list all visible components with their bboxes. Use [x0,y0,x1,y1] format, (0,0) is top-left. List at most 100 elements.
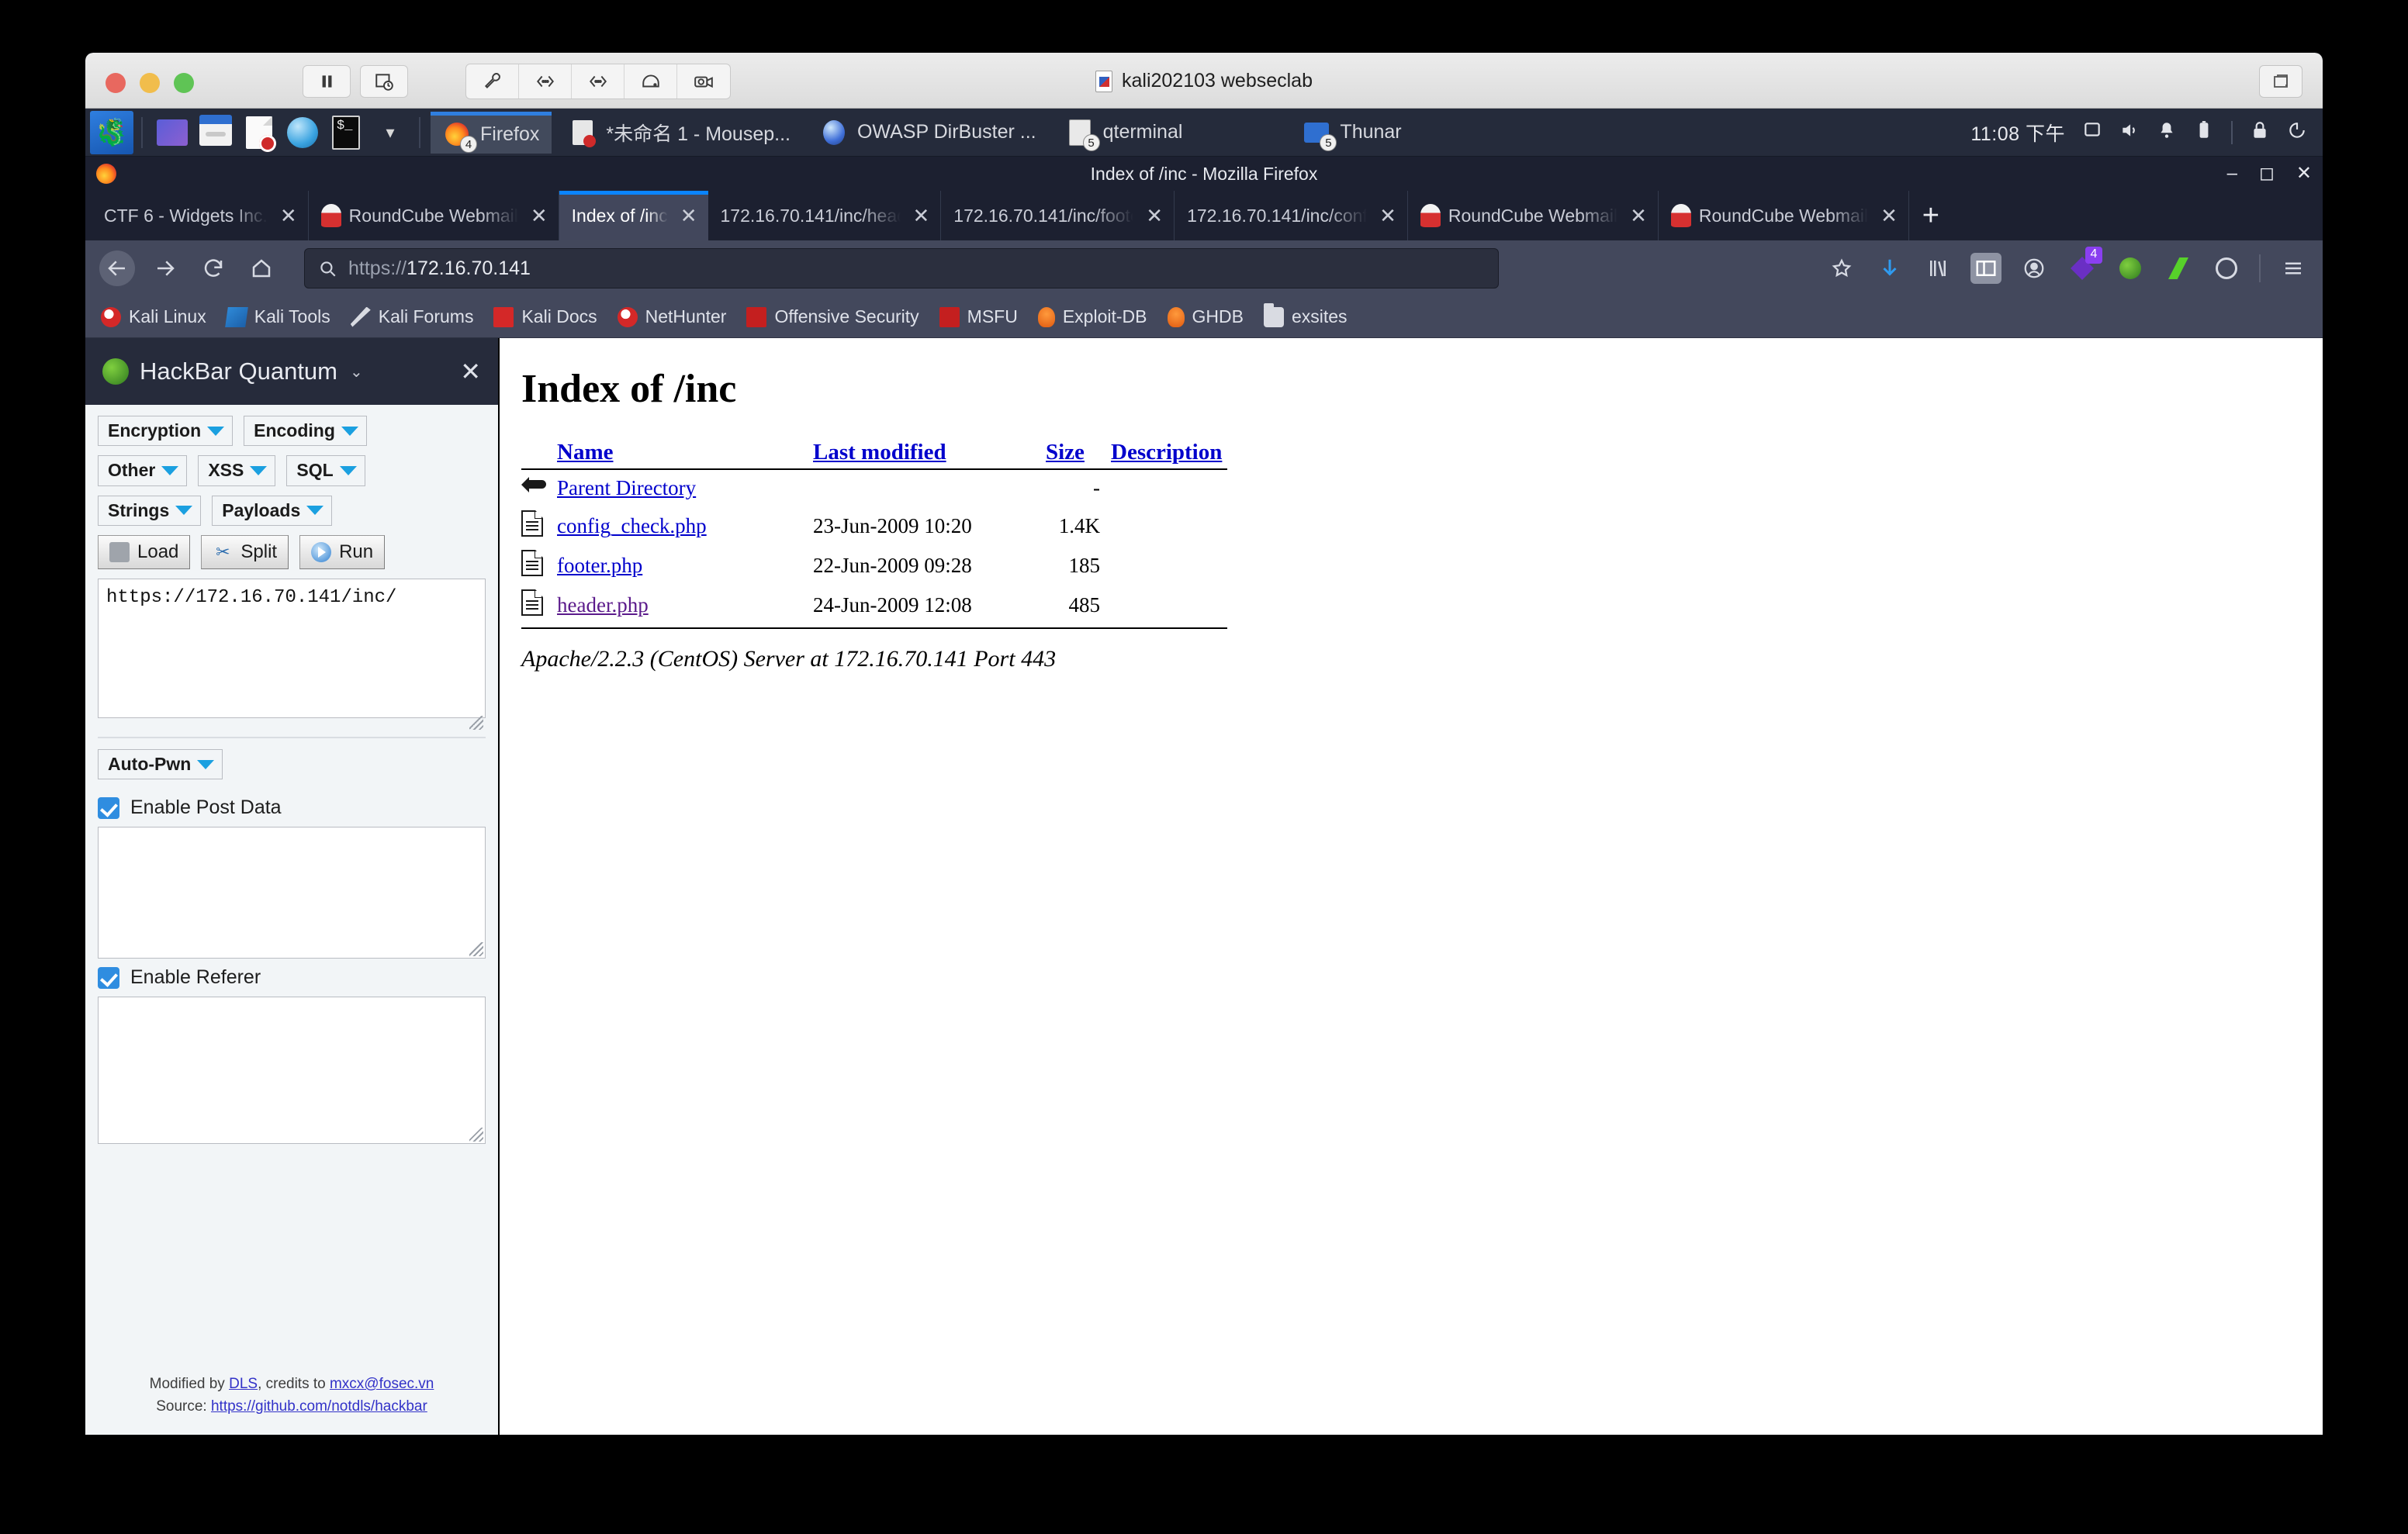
display-icon[interactable] [2082,120,2102,144]
resize-handle[interactable] [469,715,483,730]
quicklaunch-files-icon[interactable] [154,114,191,151]
enable-referer-checkbox[interactable] [98,966,119,989]
lock-icon[interactable] [2250,120,2270,144]
quicklaunch-chevron-down-icon[interactable]: ▾ [371,114,408,151]
taskbar-window-thunar[interactable]: 5 Thunar [1290,112,1413,154]
author-email-link[interactable]: mxcx@fosec.vn [330,1376,434,1392]
downloads-icon[interactable] [1874,253,1905,284]
account-icon[interactable] [2019,253,2050,284]
post-data-input[interactable] [98,827,486,959]
cookie-extension-icon[interactable] [2211,253,2242,284]
referer-input[interactable] [98,997,486,1145]
hackbar-extension-icon[interactable] [2115,253,2146,284]
sort-by-date-link[interactable]: Last modified [813,440,946,465]
tab-close-icon[interactable]: ✕ [1379,204,1396,228]
logout-icon[interactable] [2287,120,2307,144]
chevron-down-icon[interactable]: ⌄ [350,362,363,382]
quicklaunch-text-editor-icon[interactable] [240,114,278,152]
quicklaunch-web-browser-icon[interactable] [284,114,321,151]
parent-directory-link[interactable]: Parent Directory [557,476,696,499]
table-row[interactable]: footer.php 22-Jun-2009 09:28 185 [521,546,1227,586]
tab-header-php[interactable]: 172.16.70.141/inc/header.php ✕ [708,191,942,240]
tab-close-icon[interactable]: ✕ [1146,204,1163,228]
url-bar[interactable]: https://172.16.70.141 [304,248,1499,288]
bookmark-offensive-security[interactable]: Offensive Security [746,306,919,327]
maximize-icon[interactable]: ◻ [2259,164,2275,183]
library-icon[interactable] [1922,253,1953,284]
tab-roundcube-2[interactable]: RoundCube Webmail ✕ [1408,191,1659,240]
dls-link[interactable]: DLS [229,1376,258,1392]
bookmark-ghdb[interactable]: GHDB [1167,306,1244,327]
resize-handle[interactable] [469,942,483,957]
table-row[interactable]: header.php 24-Jun-2009 12:08 485 [521,586,1227,625]
tab-close-icon[interactable]: ✕ [913,204,930,228]
quicklaunch-terminal-icon[interactable]: $_ [327,114,365,151]
enable-referer-row[interactable]: Enable Referer [98,966,486,989]
tab-config-check-php[interactable]: 172.16.70.141/inc/config_check.php ✕ [1175,191,1408,240]
payloads-dropdown[interactable]: Payloads [212,495,333,526]
encryption-dropdown[interactable]: Encryption [98,416,234,447]
bookmark-exsites-folder[interactable]: exsites [1263,302,1348,327]
tab-close-icon[interactable]: ✕ [1630,204,1647,228]
bookmark-kali-forums[interactable]: Kali Forums [350,306,473,327]
sort-by-description-link[interactable]: Description [1111,440,1222,465]
tab-close-icon[interactable]: ✕ [1880,204,1898,228]
taskbar-window-qterminal[interactable]: 5 qterminal [1054,112,1195,154]
sidebar-toggle-icon[interactable] [1970,253,2001,284]
taskbar-window-firefox[interactable]: 4 Firefox [431,111,552,154]
bookmark-msfu[interactable]: MSFU [939,306,1018,327]
hackbar-url-input[interactable]: https://172.16.70.141/inc/ [98,578,486,718]
close-icon[interactable]: ✕ [2296,164,2312,183]
xss-dropdown[interactable]: XSS [198,455,276,486]
back-arrow-icon[interactable] [99,250,135,286]
file-link-footer[interactable]: footer.php [557,554,642,577]
tab-roundcube-1[interactable]: RoundCube Webmail ✕ [309,191,559,240]
url-input[interactable]: https://172.16.70.141 [348,257,531,280]
sort-by-size-link[interactable]: Size [1046,440,1085,465]
close-icon[interactable]: ✕ [460,357,481,386]
volume-icon[interactable] [2119,120,2140,144]
quicklaunch-folder-icon[interactable] [197,114,234,151]
encoding-dropdown[interactable]: Encoding [244,416,367,447]
bookmark-kali-docs[interactable]: Kali Docs [493,306,597,327]
menu-icon[interactable] [2278,253,2309,284]
reload-icon[interactable] [195,250,231,286]
taskbar-clock[interactable]: 11:08 下午 [1970,119,2065,147]
bookmark-kali-linux[interactable]: Kali Linux [101,306,206,327]
tab-roundcube-3[interactable]: RoundCube Webmail ✕ [1659,191,1909,240]
sort-by-name-link[interactable]: Name [557,440,613,465]
new-tab-button[interactable]: + [1909,191,1953,240]
tab-index-of-inc[interactable]: Index of /inc ✕ [559,191,708,240]
enable-post-data-row[interactable]: Enable Post Data [98,796,486,819]
auto-pwn-dropdown[interactable]: Auto-Pwn [98,748,223,780]
file-link-header[interactable]: header.php [557,593,649,617]
green-extension-icon[interactable] [2163,253,2194,284]
bookmark-kali-tools[interactable]: Kali Tools [224,306,330,327]
tab-ctf6-widgets[interactable]: CTF 6 - Widgets Inc. ✕ [92,191,309,240]
vm-restore-button[interactable] [2259,65,2302,98]
file-link-config-check[interactable]: config_check.php [557,514,707,537]
other-dropdown[interactable]: Other [98,455,188,486]
tab-close-icon[interactable]: ✕ [280,204,297,228]
tab-footer-php[interactable]: 172.16.70.141/inc/footer.php ✕ [941,191,1175,240]
home-icon[interactable] [244,250,279,286]
load-button[interactable]: Load [98,534,191,569]
tab-close-icon[interactable]: ✕ [680,204,697,228]
resize-handle[interactable] [469,1128,483,1142]
extension-icon[interactable]: 4 [2067,247,2102,284]
table-row[interactable]: config_check.php 23-Jun-2009 10:20 1.4K [521,506,1227,546]
bookmark-nethunter[interactable]: NetHunter [617,306,726,327]
forward-arrow-icon[interactable] [147,250,183,286]
minimize-icon[interactable]: – [2227,164,2237,183]
taskbar-window-dirbuster[interactable]: OWASP DirBuster ... [808,112,1049,154]
battery-icon[interactable] [2194,120,2214,144]
enable-post-data-checkbox[interactable] [98,796,119,819]
source-repo-link[interactable]: https://github.com/notdls/hackbar [211,1398,427,1415]
bookmark-star-icon[interactable] [1826,253,1857,284]
taskbar-window-mousepad[interactable]: *未命名 1 - Mousep... [556,112,803,154]
sql-dropdown[interactable]: SQL [286,455,365,486]
run-button[interactable]: Run [299,534,386,569]
strings-dropdown[interactable]: Strings [98,495,202,526]
kali-applications-menu-button[interactable]: 🐉 [90,110,133,154]
table-row[interactable]: Parent Directory - [521,469,1227,506]
